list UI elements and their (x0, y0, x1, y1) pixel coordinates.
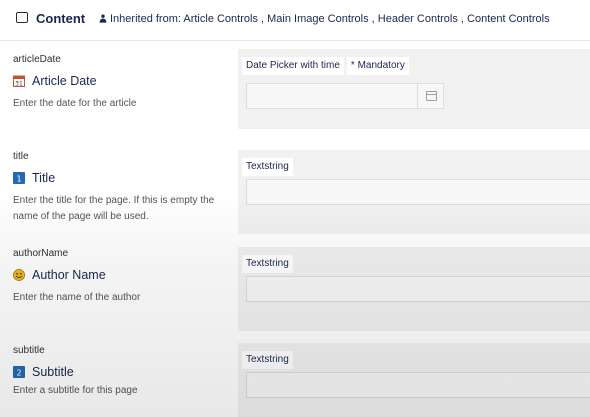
property-name: Title (32, 171, 56, 185)
user-icon (99, 14, 107, 23)
calendar-picker-icon[interactable] (426, 91, 437, 101)
editor-type-badge: Date Picker with time (242, 57, 344, 75)
number-2-icon: 2 (13, 366, 25, 378)
property-editor-area: Textstring (238, 343, 590, 417)
calendar-icon: 31 (13, 75, 25, 87)
subtitle-input[interactable] (246, 372, 590, 398)
editor-badges: Textstring (242, 351, 293, 369)
property-description: Enter the date for the article (13, 98, 137, 109)
property-editor-area: Date Picker with time * Mandatory (238, 49, 590, 129)
author-name-input[interactable] (246, 276, 590, 302)
property-alias: authorName (13, 248, 69, 259)
property-name: Subtitle (32, 365, 74, 379)
article-date-input[interactable] (246, 83, 444, 109)
window-icon (16, 12, 28, 23)
editor-type-badge: Textstring (242, 158, 293, 176)
content-tab-panel: Content Inherited from: Article Controls… (0, 0, 590, 417)
title-input[interactable] (246, 179, 590, 205)
property-alias: title (13, 151, 29, 162)
number-1-label: 1 (16, 175, 21, 184)
field-divider (417, 84, 418, 108)
property-row-author-name: authorName Author Name Enter the name of… (0, 234, 590, 331)
number-2-label: 2 (16, 369, 21, 378)
property-row-title: title 1 Title Enter the title for the pa… (0, 137, 590, 234)
property-row-subtitle: subtitle 2 Subtitle Enter a subtitle for… (0, 331, 590, 417)
property-name-line: 31 Article Date (13, 73, 97, 89)
calendar-day-label: 31 (15, 81, 23, 88)
property-alias: articleDate (13, 54, 61, 65)
property-description: Enter the title for the page. If this is… (13, 195, 215, 222)
property-alias: subtitle (13, 345, 45, 356)
smiley-icon (13, 269, 25, 281)
property-description: Enter a subtitle for this page (13, 385, 138, 396)
editor-type-badge: Textstring (242, 351, 293, 369)
property-name-line: Author Name (13, 267, 106, 283)
property-name-line: 1 Title (13, 170, 55, 186)
editor-badges: Date Picker with time * Mandatory (242, 57, 409, 75)
property-name: Author Name (32, 268, 106, 282)
property-editor-area: Textstring (238, 247, 590, 331)
property-name: Article Date (32, 74, 97, 88)
property-row-article-date: articleDate 31 Article Date Enter the da… (0, 40, 590, 137)
property-description: Enter the name of the author (13, 292, 141, 303)
property-name-line: 2 Subtitle (13, 364, 74, 380)
editor-badges: Textstring (242, 158, 293, 176)
property-editor-area: Textstring (238, 150, 590, 234)
number-1-icon: 1 (13, 172, 25, 184)
inherited-from-text: Inherited from: Article Controls , Main … (110, 13, 550, 25)
group-title: Content (36, 11, 86, 26)
content-group-header: Content Inherited from: Article Controls… (0, 0, 590, 41)
mandatory-badge: * Mandatory (346, 57, 409, 75)
editor-badges: Textstring (242, 255, 293, 273)
editor-type-badge: Textstring (242, 255, 293, 273)
